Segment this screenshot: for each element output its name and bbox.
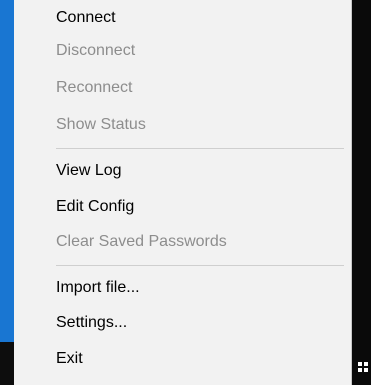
context-menu: Connect Disconnect Reconnect Show Status…	[14, 0, 352, 385]
menu-separator	[56, 148, 344, 149]
menu-item-clear-saved-passwords: Clear Saved Passwords	[56, 233, 227, 250]
menu-item-settings[interactable]: Settings...	[14, 308, 350, 338]
menu-item-import-file[interactable]: Import file...	[14, 273, 350, 303]
taskbar-right-edge	[352, 0, 371, 385]
menu-item-exit[interactable]: Exit	[14, 344, 350, 374]
taskbar-left-edge	[0, 342, 14, 385]
menu-separator	[56, 265, 344, 266]
menu-item-reconnect: Reconnect	[56, 79, 133, 96]
menu-item-disconnect: Disconnect	[56, 42, 136, 59]
desktop-background-left	[0, 0, 14, 385]
menu-item-show-status: Show Status	[56, 116, 146, 133]
menu-item-edit-config[interactable]: Edit Config	[14, 192, 350, 222]
menu-item-view-log[interactable]: View Log	[14, 156, 350, 186]
menu-item-connect[interactable]: Connect	[14, 3, 350, 33]
tray-app-icon[interactable]	[356, 360, 370, 374]
